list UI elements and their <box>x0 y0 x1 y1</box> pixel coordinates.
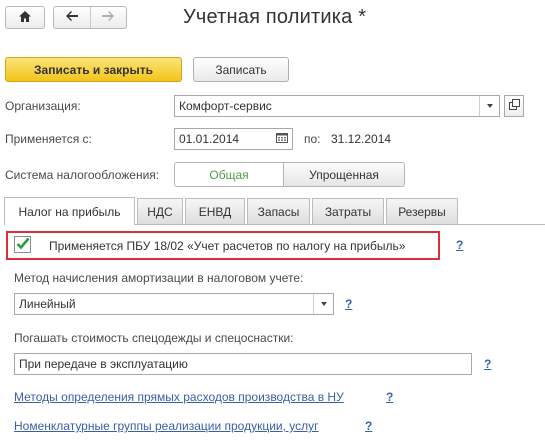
depreciation-select[interactable]: Линейный <box>14 293 334 315</box>
direct-costs-help-icon[interactable]: ? <box>386 390 393 404</box>
organization-label: Организация: <box>5 99 81 113</box>
history-navigation <box>53 6 127 29</box>
arrow-left-icon <box>65 10 79 25</box>
pbu-help-icon[interactable]: ? <box>456 238 463 252</box>
tax-system-general-option[interactable]: Общая <box>174 162 284 187</box>
save-and-close-button[interactable]: Записать и закрыть <box>5 57 182 82</box>
tab-reserves[interactable]: Резервы <box>386 198 458 224</box>
page-title: Учетная политика * <box>183 6 367 28</box>
home-icon <box>18 10 32 26</box>
home-button[interactable] <box>5 6 45 29</box>
forward-button[interactable] <box>89 7 127 28</box>
date-to-value: 31.12.2014 <box>331 132 392 146</box>
organization-dropdown-button[interactable] <box>479 96 499 116</box>
depreciation-value: Линейный <box>19 297 76 311</box>
open-organization-button[interactable] <box>504 95 524 117</box>
date-from-value: 01.01.2014 <box>179 132 240 146</box>
nomenclature-groups-link[interactable]: Номенклатурные группы реализации продукц… <box>14 419 319 433</box>
calendar-button[interactable] <box>272 129 292 149</box>
tab-vat[interactable]: НДС <box>137 198 183 224</box>
back-button[interactable] <box>54 7 90 28</box>
save-button[interactable]: Записать <box>193 57 289 82</box>
tab-stocks[interactable]: Запасы <box>247 198 310 224</box>
workwear-field[interactable]: При передаче в эксплуатацию <box>14 353 472 375</box>
organization-value: Комфорт-сервис <box>179 99 272 113</box>
nomenclature-help-icon[interactable]: ? <box>365 419 372 433</box>
tax-system-simplified-option[interactable]: Упрощенная <box>283 162 405 187</box>
tab-envd[interactable]: ЕНВД <box>185 198 245 224</box>
applies-label: Применяется с: <box>5 132 92 146</box>
date-from-field[interactable]: 01.01.2014 <box>174 128 293 150</box>
arrow-right-icon <box>101 10 115 25</box>
pbu-label: Применяется ПБУ 18/02 «Учет расчетов по … <box>49 239 406 253</box>
open-window-icon <box>508 99 520 113</box>
workwear-value: При передаче в эксплуатацию <box>19 357 188 371</box>
pbu-checkbox[interactable] <box>14 236 31 253</box>
organization-field[interactable]: Комфорт-сервис <box>174 95 500 117</box>
workwear-help-icon[interactable]: ? <box>484 357 491 371</box>
workwear-label: Погашать стоимость спецодежды и спецосна… <box>14 331 294 345</box>
depreciation-help-icon[interactable]: ? <box>345 297 352 311</box>
date-to-label: по: <box>304 132 321 146</box>
direct-costs-methods-link[interactable]: Методы определения прямых расходов произ… <box>14 390 344 404</box>
checkmark-icon <box>16 237 30 253</box>
tab-costs[interactable]: Затраты <box>312 198 384 224</box>
tab-profit-tax[interactable]: Налог на прибыль <box>4 197 135 225</box>
depreciation-label: Метод начисления амортизации в налоговом… <box>14 271 304 285</box>
depreciation-dropdown-button[interactable] <box>313 294 333 314</box>
chevron-down-icon <box>486 104 493 108</box>
tax-system-label: Система налогообложения: <box>5 168 160 182</box>
calendar-icon <box>276 132 288 146</box>
chevron-down-icon <box>320 302 327 306</box>
